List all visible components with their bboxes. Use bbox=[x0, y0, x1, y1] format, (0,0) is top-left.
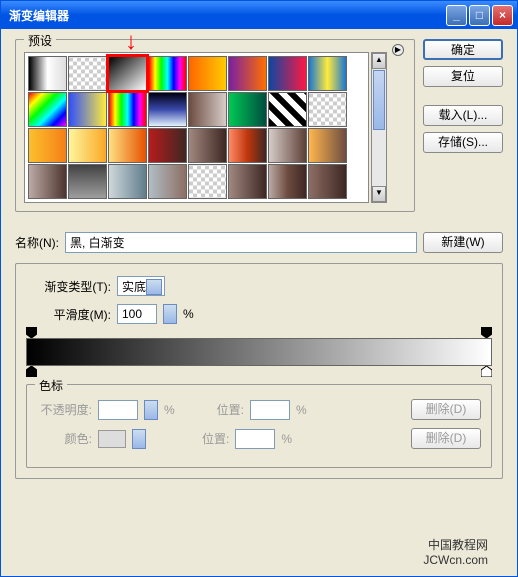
close-button[interactable]: × bbox=[492, 5, 513, 26]
preset-swatch[interactable] bbox=[188, 56, 227, 91]
preset-swatch[interactable] bbox=[188, 164, 227, 199]
window-title: 渐变编辑器 bbox=[5, 7, 446, 24]
presets-label: 预设 bbox=[24, 32, 56, 49]
scroll-down-icon[interactable]: ▼ bbox=[372, 186, 386, 202]
presets-menu-icon[interactable]: ▶ bbox=[392, 44, 404, 56]
preset-swatch[interactable] bbox=[68, 56, 107, 91]
gradient-settings: 渐变类型(T): 实底 平滑度(M): % 色标 不透明度: bbox=[15, 263, 503, 479]
gradient-type-select[interactable]: 实底 bbox=[117, 276, 165, 296]
gradient-editor-window: 渐变编辑器 _ □ × ↓ 预设 ▶ ▲ ▼ bbox=[0, 0, 518, 577]
presets-fieldset: 预设 ▶ ▲ ▼ bbox=[15, 39, 415, 212]
new-button[interactable]: 新建(W) bbox=[423, 232, 503, 253]
minimize-button[interactable]: _ bbox=[446, 5, 467, 26]
presets-scrollbar[interactable]: ▲ ▼ bbox=[371, 52, 387, 203]
preset-swatch[interactable] bbox=[108, 56, 147, 91]
preset-swatch[interactable] bbox=[148, 92, 187, 127]
preset-swatch[interactable] bbox=[228, 92, 267, 127]
preset-swatch[interactable] bbox=[268, 56, 307, 91]
preset-swatch[interactable] bbox=[148, 56, 187, 91]
color-label: 颜色: bbox=[37, 430, 92, 447]
color-position-unit: % bbox=[281, 432, 292, 446]
preset-swatch[interactable] bbox=[148, 128, 187, 163]
smoothness-input[interactable] bbox=[117, 304, 157, 324]
maximize-button[interactable]: □ bbox=[469, 5, 490, 26]
preset-swatch[interactable] bbox=[108, 164, 147, 199]
smoothness-unit: % bbox=[183, 307, 194, 321]
watermark: 中国教程网 JCWcn.com bbox=[423, 538, 488, 569]
color-well bbox=[98, 430, 126, 448]
preset-swatch[interactable] bbox=[28, 92, 67, 127]
save-button[interactable]: 存储(S)... bbox=[423, 132, 503, 153]
color-dropdown-icon bbox=[132, 429, 146, 449]
preset-swatch[interactable] bbox=[268, 92, 307, 127]
preset-swatch[interactable] bbox=[228, 128, 267, 163]
colorstops-fieldset: 色标 不透明度: % 位置: % 删除(D) 颜色: bbox=[26, 384, 492, 468]
opacity-unit: % bbox=[164, 403, 175, 417]
color-stop-left[interactable] bbox=[26, 366, 37, 377]
color-position-label: 位置: bbox=[202, 430, 229, 447]
opacity-stop-right[interactable] bbox=[481, 327, 492, 338]
scroll-up-icon[interactable]: ▲ bbox=[372, 53, 386, 69]
opacity-input bbox=[98, 400, 138, 420]
scroll-thumb[interactable] bbox=[373, 70, 385, 130]
preset-swatch[interactable] bbox=[68, 92, 107, 127]
reset-button[interactable]: 复位 bbox=[423, 66, 503, 87]
opacity-position-unit: % bbox=[296, 403, 307, 417]
smoothness-label: 平滑度(M): bbox=[26, 306, 111, 323]
colorstops-legend: 色标 bbox=[35, 377, 67, 394]
preset-swatch[interactable] bbox=[68, 128, 107, 163]
gradient-type-label: 渐变类型(T): bbox=[26, 278, 111, 295]
ok-button[interactable]: 确定 bbox=[423, 39, 503, 60]
opacity-position-input bbox=[250, 400, 290, 420]
gradient-bar-area bbox=[26, 338, 492, 366]
preset-swatch[interactable] bbox=[28, 56, 67, 91]
preset-swatch[interactable] bbox=[308, 164, 347, 199]
presets-grid bbox=[24, 52, 369, 203]
preset-swatch[interactable] bbox=[308, 92, 347, 127]
preset-swatch[interactable] bbox=[68, 164, 107, 199]
gradient-preview-bar[interactable] bbox=[26, 338, 492, 366]
preset-swatch[interactable] bbox=[308, 128, 347, 163]
load-button[interactable]: 载入(L)... bbox=[423, 105, 503, 126]
preset-swatch[interactable] bbox=[308, 56, 347, 91]
name-input[interactable] bbox=[65, 232, 417, 253]
opacity-label: 不透明度: bbox=[37, 401, 92, 418]
preset-swatch[interactable] bbox=[188, 92, 227, 127]
opacity-position-label: 位置: bbox=[217, 401, 244, 418]
name-label: 名称(N): bbox=[15, 234, 59, 251]
color-delete-button: 删除(D) bbox=[411, 428, 481, 449]
preset-swatch[interactable] bbox=[28, 164, 67, 199]
opacity-dropdown-icon bbox=[144, 400, 158, 420]
smoothness-dropdown-icon[interactable] bbox=[163, 304, 177, 324]
preset-swatch[interactable] bbox=[228, 164, 267, 199]
preset-swatch[interactable] bbox=[108, 128, 147, 163]
color-stop-right[interactable] bbox=[481, 366, 492, 377]
preset-swatch[interactable] bbox=[268, 128, 307, 163]
color-position-input bbox=[235, 429, 275, 449]
preset-swatch[interactable] bbox=[148, 164, 187, 199]
preset-swatch[interactable] bbox=[108, 92, 147, 127]
preset-swatch[interactable] bbox=[228, 56, 267, 91]
preset-swatch[interactable] bbox=[268, 164, 307, 199]
preset-swatch[interactable] bbox=[188, 128, 227, 163]
titlebar[interactable]: 渐变编辑器 _ □ × bbox=[1, 1, 517, 29]
opacity-delete-button: 删除(D) bbox=[411, 399, 481, 420]
preset-swatch[interactable] bbox=[28, 128, 67, 163]
opacity-stop-left[interactable] bbox=[26, 327, 37, 338]
